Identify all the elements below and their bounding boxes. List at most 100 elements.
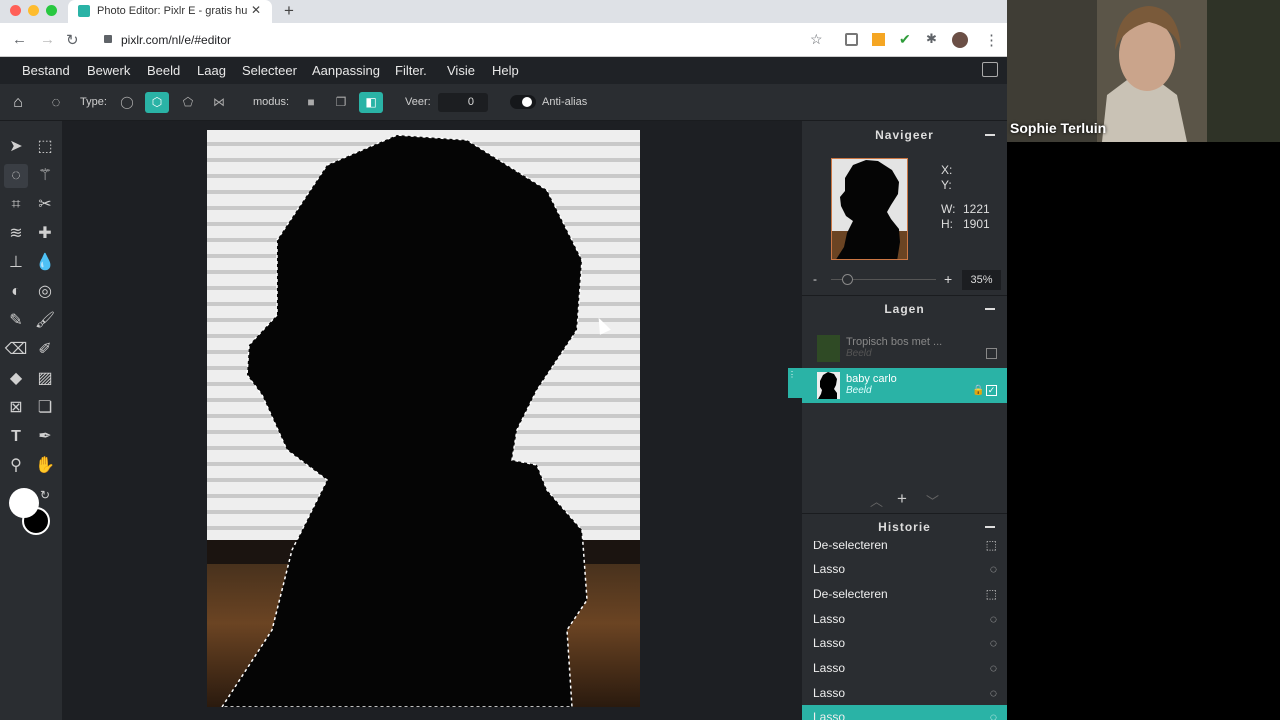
foreground-color-swatch[interactable] [9, 488, 39, 518]
wand-tool-icon[interactable]: ⚚ [33, 164, 57, 188]
hand-tool-icon[interactable]: ✋ [33, 454, 57, 478]
mode-subtract-icon[interactable]: ◧ [359, 92, 383, 113]
pen-tool-icon[interactable]: ✎ [4, 309, 28, 333]
add-layer-button[interactable]: + [897, 489, 907, 509]
more-menu-icon[interactable]: ⋮ [984, 31, 999, 49]
history-item[interactable]: De-selecteren ⬚ [802, 541, 1007, 558]
lasso-polygon-icon[interactable]: ⬡ [145, 92, 169, 113]
history-item[interactable]: Lasso ◌ [802, 656, 1007, 681]
clone-stamp-tool-icon[interactable]: ⊥ [4, 251, 28, 275]
nav-h-label: H: [941, 217, 953, 231]
maximize-window-button[interactable] [46, 5, 57, 16]
history-item[interactable]: De-selecteren ⬚ [802, 582, 1007, 607]
sticker-tool-icon[interactable]: ❏ [33, 396, 57, 420]
zoom-out-button[interactable]: - [813, 272, 817, 286]
menu-bewerk[interactable]: Bewerk [87, 63, 130, 78]
close-tab-icon[interactable]: ✕ [251, 3, 261, 17]
history-item[interactable]: Lasso ◌ [802, 557, 1007, 582]
history-item-current[interactable]: Lasso ◌ [802, 705, 1007, 720]
crop-tool-icon[interactable]: ⌗ [4, 193, 28, 217]
lasso-tool-icon[interactable]: ◌ [4, 164, 28, 188]
tab-title: Photo Editor: Pixlr E - gratis hu [97, 5, 247, 17]
layer-visibility-checkbox[interactable] [986, 348, 997, 359]
marquee-icon: ⬚ [985, 587, 997, 601]
feather-input[interactable]: 0 [438, 93, 488, 112]
brush-tool-icon[interactable]: 🖌 [33, 309, 57, 333]
history-item[interactable]: Lasso ◌ [802, 631, 1007, 656]
marquee-tool-icon[interactable]: ⬚ [33, 135, 57, 159]
lasso-bezier-icon[interactable]: ⬠ [176, 92, 200, 113]
lasso-free-icon[interactable]: ◯ [115, 92, 139, 113]
back-icon[interactable]: ← [12, 31, 27, 48]
text-tool-icon[interactable]: T [4, 425, 28, 449]
profile-avatar[interactable] [952, 32, 968, 48]
sponge-tool-icon[interactable]: ◎ [33, 280, 57, 304]
mode-new-icon[interactable]: ■ [299, 92, 323, 113]
collapse-navigator-icon[interactable] [985, 134, 995, 136]
antialias-toggle[interactable] [510, 95, 536, 109]
eyedropper-tool-icon[interactable]: ✒ [33, 425, 57, 449]
collapse-layers-icon[interactable] [985, 308, 995, 310]
layer-row[interactable]: Tropisch bos met ... Beeld [802, 331, 1007, 366]
menu-bestand[interactable]: Bestand [22, 63, 70, 78]
heal-tool-icon[interactable]: ✚ [33, 222, 57, 246]
collapse-panels-icon[interactable] [982, 62, 998, 77]
zoom-value[interactable]: 35% [962, 270, 1001, 290]
color-replace-tool-icon[interactable]: ✐ [33, 338, 57, 362]
forward-icon[interactable]: → [40, 31, 55, 48]
blur-tool-icon[interactable]: 💧 [33, 251, 57, 275]
swap-colors-icon[interactable]: ↻ [37, 487, 53, 503]
history-header[interactable]: Historie [802, 513, 1007, 541]
zoom-in-button[interactable]: + [944, 271, 952, 287]
check-extension-icon[interactable]: ✔ [899, 31, 911, 48]
puzzle-extensions-icon[interactable]: ✱ [926, 31, 937, 47]
gradient-tool-icon[interactable]: ▨ [33, 367, 57, 391]
cutout-tool-icon[interactable]: ✂ [33, 193, 57, 217]
menu-help[interactable]: Help [492, 63, 519, 78]
zoom-tool-icon[interactable]: ⚲ [4, 454, 28, 478]
menu-filter[interactable]: Filter. [395, 63, 427, 78]
lasso-magnetic-icon[interactable]: ⋈ [207, 92, 231, 113]
menu-beeld[interactable]: Beeld [147, 63, 180, 78]
layers-header[interactable]: Lagen [802, 295, 1007, 323]
nav-y-label: Y: [941, 178, 952, 192]
new-tab-button[interactable]: + [284, 1, 294, 21]
fill-tool-icon[interactable]: ◆ [4, 367, 28, 391]
history-item-label: Lasso [813, 710, 846, 720]
arrange-tool-icon[interactable]: ➤ [4, 135, 28, 159]
mode-add-icon[interactable]: ❐ [329, 92, 353, 113]
menu-aanpassing[interactable]: Aanpassing [312, 63, 380, 78]
reload-icon[interactable]: ↻ [66, 31, 79, 49]
modus-label: modus: [253, 96, 290, 108]
liquify-tool-icon[interactable]: ≋ [4, 222, 28, 246]
history-list: De-selecteren ⬚ Lasso ◌ De-selecteren ⬚ Las… [802, 541, 1007, 720]
browser-tab[interactable]: Photo Editor: Pixlr E - gratis hu ✕ [68, 0, 272, 23]
menu-laag[interactable]: Laag [197, 63, 226, 78]
navigator-thumbnail[interactable] [831, 158, 908, 260]
minimize-window-button[interactable] [28, 5, 39, 16]
move-layer-up-icon[interactable]: ︿ [870, 491, 883, 510]
home-icon[interactable]: ⌂ [6, 92, 30, 113]
close-window-button[interactable] [10, 5, 21, 16]
shape-tool-icon[interactable]: ⊠ [4, 396, 28, 420]
move-layer-down-icon[interactable]: ﹀ [926, 491, 939, 510]
lock-icon[interactable]: 🔒 [972, 385, 984, 396]
orange-extension-icon[interactable] [872, 33, 885, 46]
layer-drag-handle-icon[interactable]: ⋮ [788, 368, 802, 398]
menu-visie[interactable]: Visie [447, 63, 475, 78]
history-item[interactable]: Lasso ◌ [802, 607, 1007, 632]
collapse-history-icon[interactable] [985, 526, 995, 528]
menu-selecteer[interactable]: Selecteer [242, 63, 297, 78]
layer-visibility-checkbox[interactable]: ✓ [986, 385, 997, 396]
zoom-slider-handle[interactable] [842, 274, 853, 285]
layer-row-selected[interactable]: baby carlo Beeld 🔒 ✓ [802, 368, 1007, 403]
dodge-tool-icon[interactable]: ◐ [4, 280, 28, 304]
eraser-tool-icon[interactable]: ⌫ [4, 338, 28, 362]
url-field[interactable]: pixlr.com/nl/e/#editor [121, 33, 231, 47]
grid-extension-icon[interactable] [845, 33, 858, 46]
panel-collapse-strip[interactable]: ⋮ [788, 121, 802, 720]
bookmark-star-icon[interactable]: ☆ [810, 31, 823, 48]
photo-canvas[interactable] [207, 130, 640, 707]
navigator-header[interactable]: Navigeer [802, 121, 1007, 149]
history-item[interactable]: Lasso ◌ [802, 681, 1007, 706]
